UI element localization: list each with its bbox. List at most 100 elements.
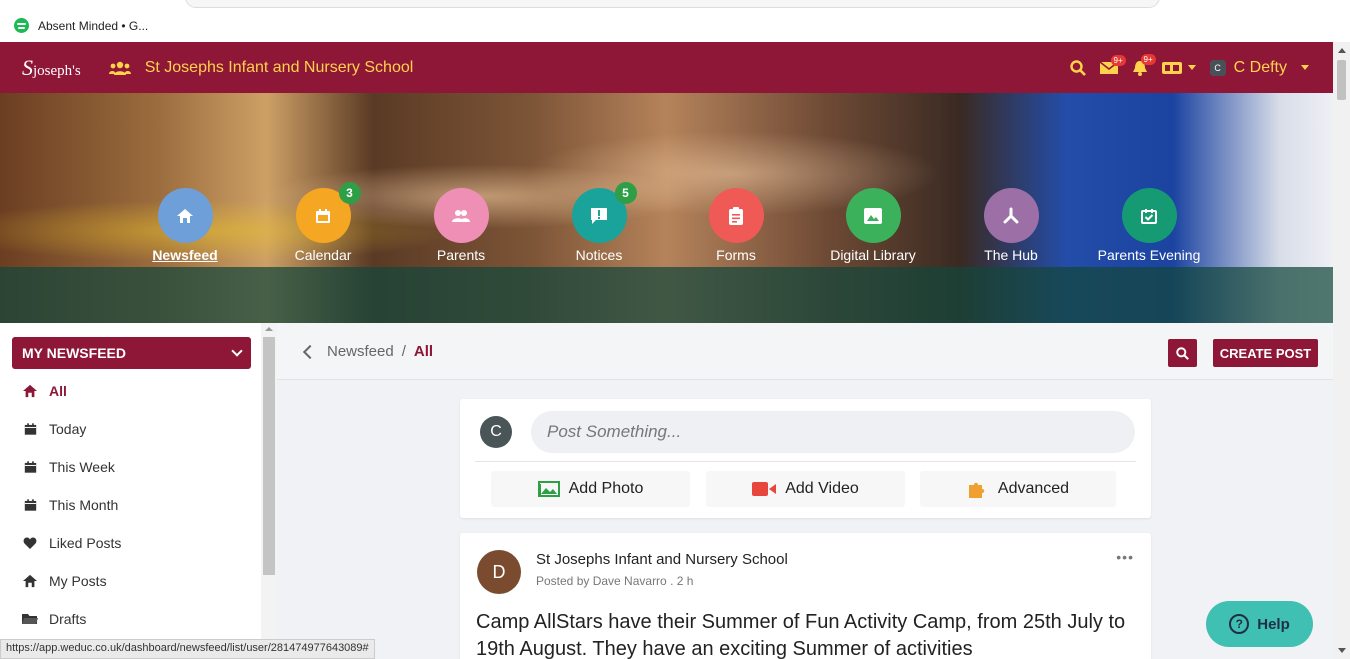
post-body: Camp AllStars have their Summer of Fun A…	[476, 611, 1126, 659]
people-icon	[433, 188, 489, 243]
breadcrumb-newsfeed[interactable]: Newsfeed	[327, 343, 394, 360]
sidebar-item-this-month[interactable]: This Month	[22, 494, 118, 516]
sidebar-item-all[interactable]: All	[22, 380, 67, 402]
sidebar-item-my-posts[interactable]: My Posts	[22, 570, 107, 592]
breadcrumb: Newsfeed / All	[302, 343, 434, 360]
nav-label: Digital Library	[830, 247, 916, 263]
user-menu[interactable]: C C Defty	[1209, 58, 1309, 77]
chevron-down-icon	[231, 345, 243, 357]
add-video-label: Add Video	[785, 480, 859, 497]
mail-icon[interactable]: 9+	[1099, 54, 1126, 75]
home-icon	[22, 574, 38, 588]
scroll-up-icon[interactable]	[265, 327, 273, 331]
advanced-button[interactable]: Advanced	[920, 471, 1116, 507]
nav-label: Notices	[575, 247, 623, 263]
post-composer: C Post Something... Add Photo Add Video …	[460, 399, 1151, 518]
photo-icon	[537, 481, 560, 497]
nav-the-hub[interactable]: The Hub	[951, 188, 1071, 263]
bell-badge: 9+	[1140, 53, 1156, 65]
language-icon	[1161, 61, 1182, 74]
create-post-button[interactable]: CREATE POST	[1213, 339, 1318, 367]
user-name: C Defty	[1233, 58, 1287, 76]
image-icon	[845, 188, 901, 243]
scroll-down-icon[interactable]	[1338, 648, 1346, 653]
status-url: https://app.weduc.co.uk/dashboard/newsfe…	[0, 639, 375, 659]
top-navbar: S joseph's St Josephs Infant and Nursery…	[0, 42, 1333, 93]
back-chevron-icon[interactable]	[302, 344, 318, 359]
breadcrumb-current: All	[413, 343, 434, 360]
address-bar[interactable]	[185, 0, 1160, 8]
my-newsfeed-label: MY NEWSFEED	[22, 345, 126, 361]
help-button[interactable]: ? Help	[1206, 601, 1313, 647]
sidebar-item-today[interactable]: Today	[22, 418, 86, 440]
nav-label: The Hub	[984, 247, 1038, 263]
sidebar-item-this-week[interactable]: This Week	[22, 456, 115, 478]
nav-calendar[interactable]: 3 Calendar	[263, 182, 383, 263]
nav-label: Calendar	[294, 247, 352, 263]
video-icon	[752, 482, 777, 496]
post-something-input[interactable]: Post Something...	[531, 411, 1135, 453]
sidebar-item-drafts[interactable]: Drafts	[22, 608, 86, 630]
chevron-down-icon	[1187, 65, 1196, 70]
add-photo-button[interactable]: Add Photo	[491, 471, 690, 507]
nav-parents[interactable]: Parents	[401, 188, 521, 263]
nav-label: Forms	[716, 247, 756, 263]
calendar-icon	[22, 498, 38, 512]
group-icon	[108, 61, 131, 75]
sidebar: MY NEWSFEED All Today This Week This Month L…	[0, 323, 277, 659]
heart-icon	[22, 537, 38, 550]
search-posts-button[interactable]	[1168, 339, 1197, 367]
post-organisation[interactable]: St Josephs Infant and Nursery School	[536, 551, 788, 568]
sidebar-item-label: This Month	[49, 497, 119, 513]
bookmark-label: Absent Minded • G...	[38, 18, 149, 33]
logo-initial: S	[22, 54, 33, 80]
composer-divider	[475, 461, 1136, 462]
user-avatar: C	[1209, 59, 1226, 76]
sidebar-item-label: Drafts	[49, 611, 87, 627]
add-photo-label: Add Photo	[568, 480, 644, 497]
chevron-down-icon	[1301, 65, 1309, 70]
question-icon: ?	[1229, 614, 1250, 634]
calendar-check-icon	[1121, 188, 1177, 243]
nav-notices[interactable]: 5 Notices	[539, 182, 659, 263]
home-icon	[22, 384, 38, 398]
add-video-button[interactable]: Add Video	[706, 471, 905, 507]
search-icon	[1176, 346, 1189, 360]
scroll-up-icon[interactable]	[1338, 48, 1346, 53]
nav-newsfeed[interactable]: Newsfeed	[125, 188, 245, 263]
language-menu[interactable]	[1161, 61, 1196, 74]
search-icon[interactable]	[1069, 59, 1086, 76]
bookmark-spotify[interactable]: Absent Minded • G...	[14, 18, 148, 33]
nav-label: Parents	[436, 247, 486, 263]
my-newsfeed-dropdown[interactable]: MY NEWSFEED	[12, 337, 251, 369]
school-logo[interactable]: S joseph's	[22, 55, 81, 81]
nav-digital-library[interactable]: Digital Library	[813, 188, 933, 263]
more-options-icon[interactable]: •••	[1116, 549, 1134, 565]
post-meta: Posted by Dave Navarro . 2 h	[536, 574, 694, 588]
module-nav-strip	[0, 267, 1333, 323]
school-title[interactable]: St Josephs Infant and Nursery School	[145, 59, 414, 77]
sidebar-scroll-thumb[interactable]	[263, 337, 275, 575]
sidebar-item-label: This Week	[49, 459, 115, 475]
nav-badge: 3	[338, 182, 361, 204]
advanced-label: Advanced	[997, 480, 1070, 497]
nav-label: Parents Evening	[1097, 247, 1201, 263]
nav-forms[interactable]: Forms	[676, 188, 796, 263]
sidebar-item-liked-posts[interactable]: Liked Posts	[22, 532, 121, 554]
sidebar-item-label: Today	[49, 421, 87, 437]
bell-icon[interactable]: 9+	[1132, 53, 1156, 76]
hub-icon	[983, 188, 1039, 243]
calendar-icon	[22, 422, 38, 436]
nav-parents-evening[interactable]: Parents Evening	[1089, 188, 1209, 263]
breadcrumb-separator: /	[401, 343, 406, 360]
sidebar-scrollbar[interactable]	[261, 323, 277, 659]
logo-text: joseph's	[33, 62, 81, 79]
page-scrollbar[interactable]	[1333, 42, 1350, 659]
sidebar-item-label: My Posts	[49, 573, 107, 589]
composer-avatar: C	[480, 416, 512, 448]
clipboard-icon	[708, 188, 764, 243]
puzzle-icon	[967, 479, 989, 499]
page-scroll-thumb[interactable]	[1337, 60, 1346, 100]
browser-toolbar: Absent Minded • G...	[0, 0, 1350, 42]
mail-badge: 9+	[1110, 54, 1126, 66]
